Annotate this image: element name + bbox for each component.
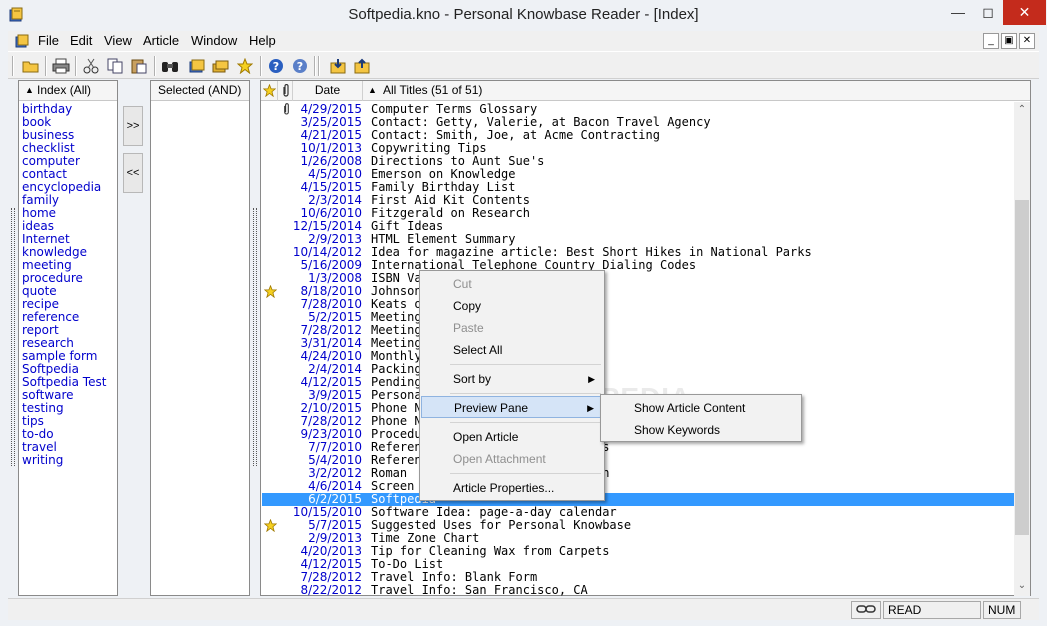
copy-icon[interactable] [104, 55, 126, 77]
toolbar-separator [45, 56, 47, 76]
index-header-label: Index (All) [37, 83, 92, 97]
toolbar-separator [260, 56, 262, 76]
status-bar: READ NUM [8, 598, 1039, 620]
index-list: birthday book business checklist computer con… [22, 103, 106, 467]
menu-separator [450, 422, 601, 423]
article-title: Travel Info: San Francisco, CA [371, 583, 588, 597]
toolbar-separator [154, 56, 156, 76]
scroll-down-icon[interactable]: ⌄ [1014, 580, 1030, 594]
titles-header-label: All Titles (51 of 51) [383, 83, 483, 97]
menu-item-open-attachment[interactable]: Open Attachment [421, 448, 603, 470]
context-help-icon[interactable]: ? [289, 55, 311, 77]
favorite-star-icon[interactable] [234, 55, 256, 77]
menu-edit[interactable]: Edit [70, 33, 92, 48]
scrollbar-thumb[interactable] [1015, 200, 1029, 535]
new-article-icon[interactable] [186, 55, 208, 77]
maximize-button[interactable]: ◻ [973, 0, 1003, 25]
menu-help[interactable]: Help [249, 33, 276, 48]
menu-item-article-properties[interactable]: Article Properties... [421, 477, 603, 499]
articles-panel: Date ▲ All Titles (51 of 51) 4/29/2015 Co… [260, 80, 1031, 597]
read-mode-indicator: READ [883, 601, 981, 619]
favorite-column-header[interactable] [261, 81, 278, 101]
index-panel: ▲ Index (All) birthday book business checkl… [18, 80, 118, 596]
import-icon[interactable] [328, 55, 350, 77]
selected-panel: Selected (AND) [150, 80, 250, 596]
context-menu: Cut Copy Paste Select All Sort by ▶ Prev… [419, 270, 605, 501]
submenu-arrow-icon: ▶ [588, 374, 595, 384]
attachment-column-header[interactable] [278, 81, 293, 101]
star-header-icon [263, 84, 276, 97]
paste-icon[interactable] [128, 55, 150, 77]
mdi-minimize-button[interactable]: _ [983, 33, 999, 49]
middle-splitter[interactable] [253, 208, 257, 466]
articles-stack-icon[interactable] [210, 55, 232, 77]
sort-by-label: Sort by [453, 372, 492, 386]
date-column-header[interactable]: Date [293, 81, 363, 101]
article-row[interactable]: 8/22/2012 Travel Info: San Francisco, CA [262, 584, 1014, 597]
document-menu-icon[interactable] [14, 33, 30, 49]
menu-view[interactable]: View [104, 33, 132, 48]
menu-window[interactable]: Window [191, 33, 237, 48]
index-keyword[interactable]: writing [22, 454, 106, 467]
menu-file[interactable]: File [38, 33, 59, 48]
add-keyword-button[interactable]: >> [123, 106, 143, 146]
toolbar-grip [12, 56, 14, 76]
menu-item-show-keywords[interactable]: Show Keywords [602, 419, 800, 441]
menu-item-cut[interactable]: Cut [421, 273, 603, 295]
print-icon[interactable] [50, 55, 72, 77]
menu-item-paste[interactable]: Paste [421, 317, 603, 339]
preview-pane-submenu: Show Article Content Show Keywords [600, 394, 802, 442]
menu-item-show-article-content[interactable]: Show Article Content [602, 397, 800, 419]
articles-header: Date ▲ All Titles (51 of 51) [261, 81, 1030, 101]
selected-header-label: Selected (AND) [158, 83, 242, 97]
toolbar-separator [75, 56, 77, 76]
titles-column-header[interactable]: ▲ All Titles (51 of 51) [363, 81, 1013, 101]
article-list-scrollbar[interactable]: ⌃ ⌄ [1014, 102, 1030, 596]
cut-icon[interactable] [80, 55, 102, 77]
menu-item-preview-pane[interactable]: Preview Pane ▶ [421, 396, 603, 418]
menu-item-open-article[interactable]: Open Article [421, 426, 603, 448]
preview-pane-label: Preview Pane [454, 401, 529, 415]
submenu-arrow-icon: ▶ [587, 403, 594, 413]
window-title: Softpedia.kno - Personal Knowbase Reader… [348, 6, 699, 23]
favorite-star-icon [263, 518, 278, 533]
menu-item-sort-by[interactable]: Sort by ▶ [421, 368, 603, 390]
svg-text:?: ? [273, 60, 279, 73]
menu-separator [450, 393, 601, 394]
date-header-label: Date [314, 83, 341, 97]
minimize-button[interactable]: — [943, 0, 973, 25]
mdi-restore-button[interactable]: ▣ [1001, 33, 1017, 49]
num-lock-indicator: NUM [983, 601, 1021, 619]
menu-bar: File Edit View Article Window Help _ ▣ ✕ [8, 31, 1039, 51]
favorite-star-icon [263, 284, 278, 299]
open-folder-icon[interactable] [20, 55, 42, 77]
link-status-icon [851, 601, 881, 619]
toolbar: ? ? [8, 51, 1039, 79]
scroll-up-icon[interactable]: ⌃ [1014, 104, 1030, 118]
article-date: 8/22/2012 [300, 583, 362, 597]
selected-header[interactable]: Selected (AND) [151, 81, 249, 101]
toolbar-separator [314, 56, 316, 76]
menu-article[interactable]: Article [143, 33, 179, 48]
find-binoculars-icon[interactable] [159, 55, 181, 77]
svg-text:?: ? [297, 60, 303, 73]
menu-separator [450, 364, 601, 365]
menu-item-copy[interactable]: Copy [421, 295, 603, 317]
left-splitter[interactable] [11, 208, 15, 466]
paperclip-header-icon [283, 84, 289, 97]
menu-separator [450, 473, 601, 474]
sort-asc-icon: ▲ [25, 85, 34, 95]
title-bar: Softpedia.kno - Personal Knowbase Reader… [0, 0, 1047, 31]
export-icon[interactable] [352, 55, 374, 77]
help-icon[interactable]: ? [265, 55, 287, 77]
article-list: 4/29/2015 Computer Terms Glossary 3/25/201… [262, 103, 1014, 597]
menu-item-select-all[interactable]: Select All [421, 339, 603, 361]
mdi-close-button[interactable]: ✕ [1019, 33, 1035, 49]
sort-asc-icon: ▲ [368, 85, 377, 95]
toolbar-separator [318, 56, 320, 76]
index-header[interactable]: ▲ Index (All) [19, 81, 117, 101]
close-button[interactable]: ✕ [1003, 0, 1046, 25]
remove-keyword-button[interactable]: << [123, 153, 143, 193]
